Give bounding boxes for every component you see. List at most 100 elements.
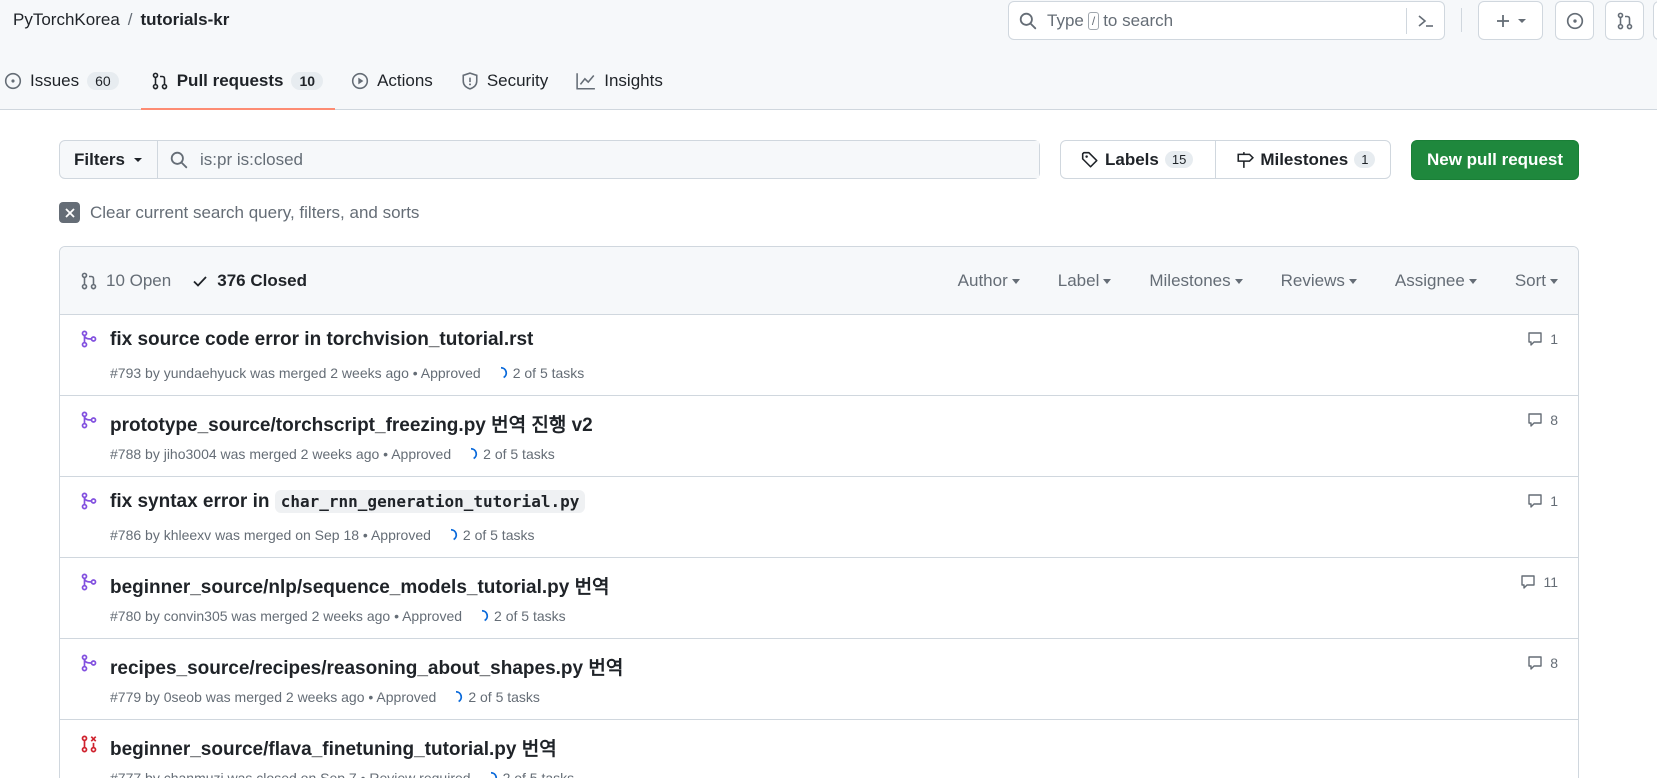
filter-bar: Filters is:pr is:closed (59, 140, 1040, 179)
task-progress: 2 of 5 tasks (475, 608, 566, 624)
search-prefix: Type (1047, 10, 1084, 30)
comment-count: 1 (1550, 331, 1558, 347)
author-filter[interactable]: Author (958, 271, 1020, 291)
sort-label: Sort (1514, 271, 1546, 290)
comments-link[interactable]: 8 (1526, 655, 1558, 671)
labels-button[interactable]: Labels 15 (1061, 141, 1217, 178)
assignee-filter[interactable]: Assignee (1395, 271, 1477, 291)
progress-ring-icon (456, 690, 463, 703)
pr-meta-text: #788 by jiho3004 was merged 2 weeks ago … (110, 446, 452, 462)
git-merge-icon (81, 654, 97, 672)
chevron-down-icon (1011, 279, 1020, 285)
overflow-button[interactable] (1653, 1, 1657, 40)
pull-requests-button[interactable] (1605, 1, 1644, 40)
repo-name-link[interactable]: tutorials-kr (141, 10, 230, 30)
comment-icon (1528, 413, 1542, 427)
comment-icon (1528, 494, 1542, 508)
global-search-input[interactable]: Type / to search (1008, 1, 1445, 40)
graph-icon (576, 73, 596, 90)
milestones-count: 1 (1354, 151, 1376, 168)
tab-insights[interactable]: Insights (572, 62, 675, 100)
list-item: beginner_source/flava_finetuning_tutoria… (60, 720, 1578, 778)
task-progress: 2 of 5 tasks (444, 527, 534, 543)
milestones-label: Milestones (1149, 271, 1231, 290)
chevron-down-icon (134, 157, 143, 162)
open-filter-link[interactable]: 10 Open (80, 271, 171, 291)
filters-dropdown-button[interactable]: Filters (60, 141, 158, 178)
tasks-text: 2 of 5 tasks (512, 365, 585, 381)
git-merge-icon (81, 573, 97, 591)
pr-meta-text: #793 by yundaehyuck was merged 2 weeks a… (110, 365, 481, 381)
comments-link[interactable]: 11 (1519, 574, 1558, 590)
chevron-down-icon (1103, 279, 1112, 285)
search-icon (1019, 12, 1037, 29)
create-new-button[interactable] (1478, 1, 1543, 40)
label-label: Label (1057, 271, 1100, 290)
search-shortcut-key: / (1087, 11, 1100, 30)
task-progress: 2 of 5 tasks (464, 446, 555, 462)
pr-meta-text: #777 by chanmuzi was closed on Sep 7 • R… (110, 770, 471, 778)
sort-filter[interactable]: Sort (1515, 271, 1558, 291)
closed-filter-link[interactable]: 376 Closed (191, 271, 307, 291)
pr-title-link[interactable]: recipes_source/recipes/reasoning_about_s… (110, 653, 623, 680)
tab-label: Pull requests (176, 71, 284, 90)
milestones-button[interactable]: Milestones 1 (1216, 141, 1395, 178)
list-item: beginner_source/nlp/sequence_models_tuto… (60, 558, 1578, 639)
pr-meta: #777 by chanmuzi was closed on Sep 7 • R… (110, 770, 574, 778)
comments-link[interactable]: 1 (1526, 493, 1558, 509)
comment-icon (1521, 575, 1536, 589)
pr-search-input[interactable]: is:pr is:closed (158, 141, 1039, 178)
tab-security[interactable]: Security (457, 62, 560, 100)
command-palette-button[interactable] (1406, 8, 1444, 34)
tasks-text: 2 of 5 tasks (502, 770, 575, 778)
reviews-label: Reviews (1280, 271, 1345, 290)
assignee-label: Assignee (1394, 271, 1465, 290)
task-progress: 2 of 5 tasks (484, 770, 575, 778)
pr-title-text: fix syntax error in (110, 491, 270, 512)
pr-meta-text: #779 by 0seob was merged 2 weeks ago • A… (110, 689, 437, 705)
pr-title-link[interactable]: beginner_source/nlp/sequence_models_tuto… (110, 572, 610, 599)
comment-count: 11 (1543, 574, 1558, 590)
comments-link[interactable]: 1 (1526, 331, 1558, 347)
reviews-filter[interactable]: Reviews (1281, 271, 1357, 291)
sort-menus: Author Label Milestones Reviews Assignee… (958, 247, 1558, 315)
tasks-text: 2 of 5 tasks (494, 608, 566, 624)
search-icon (170, 151, 188, 168)
issue-opened-icon (4, 72, 22, 90)
play-icon (351, 72, 369, 90)
tab-issues[interactable]: Issues 60 (0, 62, 131, 100)
breadcrumb-separator: / (127, 10, 133, 29)
pr-title-link[interactable]: beginner_source/flava_finetuning_tutoria… (110, 734, 557, 761)
search-query: is:pr is:closed (200, 149, 303, 169)
pr-title-link[interactable]: prototype_source/torchscript_freezing.py… (110, 410, 593, 437)
pr-meta: #788 by jiho3004 was merged 2 weeks ago … (110, 446, 555, 462)
tab-pull-requests[interactable]: Pull requests 10 (140, 62, 336, 110)
pr-title-link[interactable]: fix syntax error in char_rnn_generation_… (110, 490, 586, 513)
list-item: recipes_source/recipes/reasoning_about_s… (60, 639, 1578, 720)
tasks-text: 2 of 5 tasks (483, 446, 555, 462)
tab-count: 10 (291, 72, 324, 90)
list-item: fix source code error in torchvision_tut… (60, 315, 1578, 396)
pr-title-link[interactable]: fix source code error in torchvision_tut… (110, 329, 533, 351)
clear-filters-link[interactable]: Clear current search query, filters, and… (59, 202, 419, 223)
clear-filters-text: Clear current search query, filters, and… (90, 202, 420, 222)
chevron-down-icon (1234, 279, 1243, 285)
label-filter[interactable]: Label (1058, 271, 1112, 291)
list-item: fix syntax error in char_rnn_generation_… (60, 477, 1578, 558)
chevron-down-icon (1348, 279, 1357, 285)
issues-button[interactable] (1555, 1, 1594, 40)
pr-meta: #793 by yundaehyuck was merged 2 weeks a… (110, 365, 584, 381)
header-divider (1461, 8, 1462, 32)
new-pull-request-button[interactable]: New pull request (1411, 140, 1579, 180)
comment-icon (1528, 332, 1542, 346)
tab-actions[interactable]: Actions (347, 62, 445, 100)
issue-opened-icon (1566, 12, 1583, 29)
check-icon (193, 275, 207, 287)
progress-ring-icon (490, 771, 497, 778)
filters-label: Filters (73, 149, 126, 169)
comments-link[interactable]: 8 (1526, 412, 1558, 428)
milestones-filter[interactable]: Milestones (1149, 271, 1243, 291)
repo-owner-link[interactable]: PyTorchKorea (13, 10, 120, 30)
list-header: 10 Open 376 Closed Author Label Mileston… (60, 247, 1578, 315)
pull-request-list: 10 Open 376 Closed Author Label Mileston… (59, 246, 1579, 778)
